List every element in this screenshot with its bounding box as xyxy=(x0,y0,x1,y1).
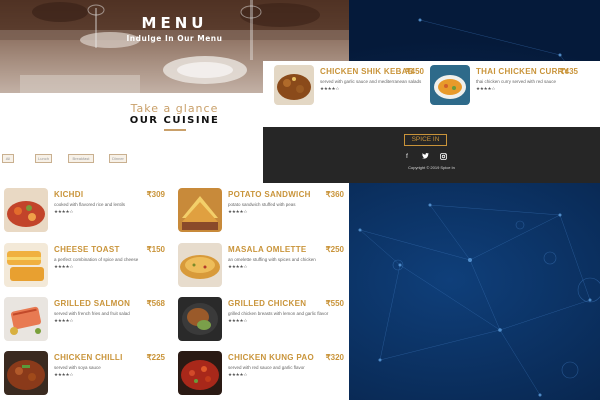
instagram-icon[interactable] xyxy=(439,153,447,161)
twitter-icon[interactable] xyxy=(421,153,429,161)
item-description: served with french fries and fruit salad xyxy=(54,311,130,316)
item-price: ₹360 xyxy=(325,190,344,199)
item-name: POTATO SANDWICH xyxy=(228,190,311,199)
rating-stars: ★★★★☆ xyxy=(228,264,248,269)
grilled-chicken-image xyxy=(178,297,222,341)
rating-stars: ★★★★☆ xyxy=(228,318,248,323)
copyright-text: Copyright © 2019 Spice In xyxy=(408,165,455,170)
item-name: MASALA OMLETTE xyxy=(228,245,307,254)
cheese-toast-image xyxy=(4,243,48,287)
rating-stars: ★★★★☆ xyxy=(320,86,340,91)
item-description: thai chicken curry served with red sauce xyxy=(476,79,557,84)
rating-stars: ★★★★☆ xyxy=(54,264,74,269)
rating-stars: ★★★★☆ xyxy=(54,209,74,214)
page-title: MENU xyxy=(141,14,208,32)
item-price: ₹550 xyxy=(325,299,344,308)
item-description: cooked with flavored rice and lentils xyxy=(54,202,126,207)
item-name: CHICKEN CHILLI xyxy=(54,353,123,362)
sandwich-image xyxy=(178,188,222,232)
filter-dinner-button[interactable]: Dinner xyxy=(109,154,127,163)
item-description: served with soya sauce xyxy=(54,365,101,370)
thai-curry-image xyxy=(430,65,470,105)
item-name: CHICKEN SHIK KEBAB xyxy=(320,67,414,76)
item-price: ₹450 xyxy=(405,67,424,76)
menu-item[interactable]: CHEESE TOAST ₹150 a perfect combination … xyxy=(4,243,174,291)
kung-pao-image xyxy=(178,351,222,395)
footer: SPICE IN f Copyright © 2019 Spice In xyxy=(263,127,600,183)
menu-item[interactable]: POTATO SANDWICH ₹360 potato sandwich stu… xyxy=(178,188,348,236)
brand-button[interactable]: SPICE IN xyxy=(404,134,447,146)
item-price: ₹225 xyxy=(146,353,165,362)
item-price: ₹320 xyxy=(325,353,344,362)
filter-lunch-button[interactable]: Lunch xyxy=(35,154,52,163)
menu-item[interactable]: GRILLED CHICKEN ₹550 grilled chicken bre… xyxy=(178,297,348,345)
rating-stars: ★★★★☆ xyxy=(476,86,496,91)
menu-page: MENU Indulge In Our Menu Take a glance O… xyxy=(0,0,349,400)
facebook-icon[interactable]: f xyxy=(403,153,411,161)
item-description: grilled chicken breasts with lemon and g… xyxy=(228,311,329,316)
item-price: ₹250 xyxy=(325,245,344,254)
item-price: ₹150 xyxy=(146,245,165,254)
item-description: served with red sauce and garlic flavor xyxy=(228,365,305,370)
item-name: GRILLED SALMON xyxy=(54,299,131,308)
menu-item[interactable]: CHICKEN KUNG PAO ₹320 served with red sa… xyxy=(178,351,348,399)
item-description: potato sandwich stuffed with peas xyxy=(228,202,296,207)
menu-page-bottom: CHICKEN SHIK KEBAB ₹450 served with garl… xyxy=(263,61,600,183)
chicken-chilli-image xyxy=(4,351,48,395)
item-name: KICHDI xyxy=(54,190,84,199)
menu-item[interactable]: KICHDI ₹309 cooked with flavored rice an… xyxy=(4,188,174,236)
item-name: CHICKEN KUNG PAO xyxy=(228,353,314,362)
menu-items-panel: CHICKEN SHIK KEBAB ₹450 served with garl… xyxy=(263,61,600,127)
item-price: ₹309 xyxy=(146,190,165,199)
item-name: THAI CHICKEN CURRY xyxy=(476,67,570,76)
item-price: ₹568 xyxy=(146,299,165,308)
kichdi-image xyxy=(4,188,48,232)
omlette-image xyxy=(178,243,222,287)
item-price: ₹435 xyxy=(559,67,578,76)
rating-stars: ★★★★☆ xyxy=(54,318,74,323)
menu-item[interactable]: MASALA OMLETTE ₹250 an omelette stuffing… xyxy=(178,243,348,291)
filter-breakfast-button[interactable]: Breakfast xyxy=(68,154,94,163)
menu-item[interactable]: CHICKEN SHIK KEBAB ₹450 served with garl… xyxy=(274,65,424,113)
item-name: GRILLED CHICKEN xyxy=(228,299,307,308)
rating-stars: ★★★★☆ xyxy=(228,372,248,377)
menu-item[interactable]: CHICKEN CHILLI ₹225 served with soya sau… xyxy=(4,351,174,399)
item-name: CHEESE TOAST xyxy=(54,245,120,254)
salmon-image xyxy=(4,297,48,341)
item-description: served with garlic sauce and mediterrane… xyxy=(320,79,422,84)
item-description: an omelette stuffing with spices and chi… xyxy=(228,257,316,262)
shik-kebab-image xyxy=(274,65,314,105)
rating-stars: ★★★★☆ xyxy=(228,209,248,214)
menu-item[interactable]: THAI CHICKEN CURRY ₹435 thai chicken cur… xyxy=(430,65,578,113)
title-underline xyxy=(164,129,186,131)
filter-all-button[interactable]: All xyxy=(2,154,14,163)
item-description: a perfect combination of spice and chees… xyxy=(54,257,139,262)
page-subtitle: Indulge In Our Menu xyxy=(126,34,223,43)
rating-stars: ★★★★☆ xyxy=(54,372,74,377)
menu-item[interactable]: GRILLED SALMON ₹568 served with french f… xyxy=(4,297,174,345)
